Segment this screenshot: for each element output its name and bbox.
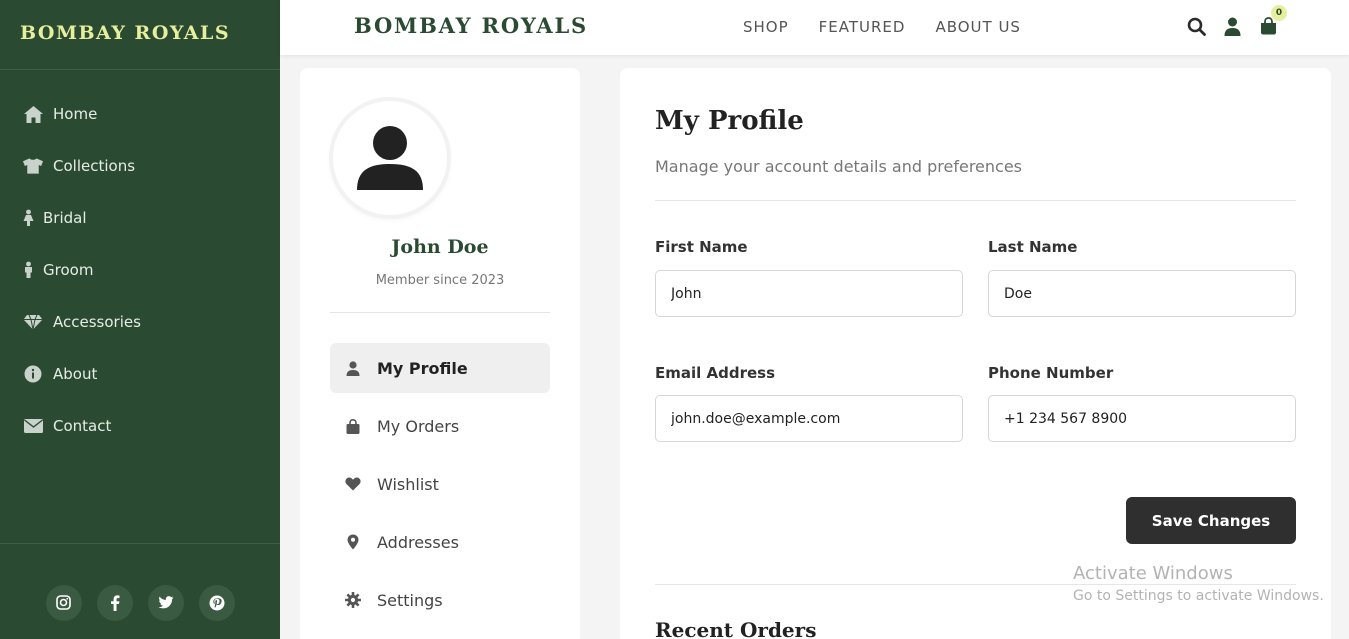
sidebar-item-bridal[interactable]: Bridal <box>0 192 280 244</box>
map-marker-icon <box>344 533 362 551</box>
profile-menu-label: Settings <box>377 590 443 610</box>
info-icon <box>22 364 44 384</box>
profile-menu-label: My Orders <box>377 416 460 436</box>
divider <box>330 312 550 313</box>
email-label: Email Address <box>655 364 776 382</box>
save-changes-button[interactable]: Save Changes <box>1126 497 1296 544</box>
search-icon[interactable] <box>1186 15 1206 37</box>
last-name-field[interactable] <box>988 270 1296 317</box>
heart-icon <box>344 475 362 493</box>
profile-menu-wishlist[interactable]: Wishlist <box>330 459 550 509</box>
user-icon <box>344 359 362 377</box>
sidebar-item-contact[interactable]: Contact <box>0 400 280 452</box>
divider <box>655 200 1296 201</box>
last-name-label: Last Name <box>988 238 1078 256</box>
avatar <box>333 101 447 215</box>
page-subtitle: Manage your account details and preferen… <box>655 157 1022 176</box>
email-field[interactable] <box>655 395 963 442</box>
recent-orders-heading: Recent Orders <box>655 618 817 639</box>
profile-name: John Doe <box>391 236 489 258</box>
profile-menu-my-orders[interactable]: My Orders <box>330 401 550 451</box>
instagram-icon[interactable] <box>45 584 82 621</box>
gear-icon <box>344 591 362 609</box>
pinterest-icon[interactable] <box>198 584 235 621</box>
profile-menu-settings[interactable]: Settings <box>330 575 550 625</box>
activate-windows-watermark-text: Go to Settings to activate Windows. <box>1073 588 1324 604</box>
envelope-icon <box>22 416 44 436</box>
profile-card: John Doe Member since 2023 My Profile My… <box>300 68 580 639</box>
sidebar-item-label: Accessories <box>53 313 141 331</box>
top-header: BOMBAY ROYALS SHOP FEATURED ABOUT US 0 <box>280 0 1349 55</box>
profile-menu-addresses[interactable]: Addresses <box>330 517 550 567</box>
cart-count-badge: 0 <box>1271 5 1287 21</box>
sidebar-item-label: Contact <box>53 417 112 435</box>
tshirt-icon <box>22 156 44 176</box>
female-icon <box>22 208 34 228</box>
sidebar-brand-logo[interactable]: BOMBAY ROYALS <box>0 0 280 70</box>
sidebar-item-groom[interactable]: Groom <box>0 244 280 296</box>
cart-icon[interactable]: 0 <box>1258 5 1287 37</box>
twitter-icon[interactable] <box>147 584 184 621</box>
member-since: Member since 2023 <box>375 273 505 288</box>
user-account-icon[interactable] <box>1222 15 1242 37</box>
social-links <box>0 543 280 639</box>
top-nav: SHOP FEATURED ABOUT US <box>743 18 1021 36</box>
facebook-icon[interactable] <box>96 584 133 621</box>
phone-label: Phone Number <box>988 364 1114 382</box>
profile-main-panel: My Profile Manage your account details a… <box>620 68 1331 639</box>
sidebar-item-label: Groom <box>43 261 94 279</box>
gem-icon <box>22 312 44 332</box>
sidebar-item-label: About <box>53 365 98 383</box>
phone-field[interactable] <box>988 395 1296 442</box>
profile-menu-label: My Profile <box>377 358 468 378</box>
user-avatar-icon <box>357 126 423 190</box>
sidebar-item-home[interactable]: Home <box>0 88 280 140</box>
activate-windows-watermark-title: Activate Windows <box>1073 563 1233 584</box>
sidebar-item-label: Collections <box>53 157 136 175</box>
profile-menu: My Profile My Orders Wishlist Addresses … <box>330 343 550 633</box>
sidebar-nav: Home Collections Bridal Groom Accessorie… <box>0 70 280 452</box>
sidebar-item-accessories[interactable]: Accessories <box>0 296 280 348</box>
sidebar: BOMBAY ROYALS Home Collections Bridal Gr… <box>0 0 280 639</box>
profile-menu-my-profile[interactable]: My Profile <box>330 343 550 393</box>
sidebar-item-label: Home <box>53 105 98 123</box>
page-title: My Profile <box>655 106 804 136</box>
profile-menu-label: Wishlist <box>377 474 439 494</box>
nav-link-shop[interactable]: SHOP <box>743 18 789 36</box>
nav-link-featured[interactable]: FEATURED <box>819 18 906 36</box>
shopping-bag-icon <box>344 417 362 435</box>
sidebar-item-about[interactable]: About <box>0 348 280 400</box>
header-actions: 0 <box>1186 5 1287 37</box>
home-icon <box>22 104 44 124</box>
divider <box>655 584 1296 585</box>
first-name-label: First Name <box>655 238 748 256</box>
male-icon <box>22 260 34 280</box>
sidebar-item-collections[interactable]: Collections <box>0 140 280 192</box>
profile-menu-label: Addresses <box>377 532 459 552</box>
first-name-field[interactable] <box>655 270 963 317</box>
header-brand-logo[interactable]: BOMBAY ROYALS <box>354 13 588 38</box>
sidebar-item-label: Bridal <box>43 209 87 227</box>
nav-link-about-us[interactable]: ABOUT US <box>935 18 1021 36</box>
